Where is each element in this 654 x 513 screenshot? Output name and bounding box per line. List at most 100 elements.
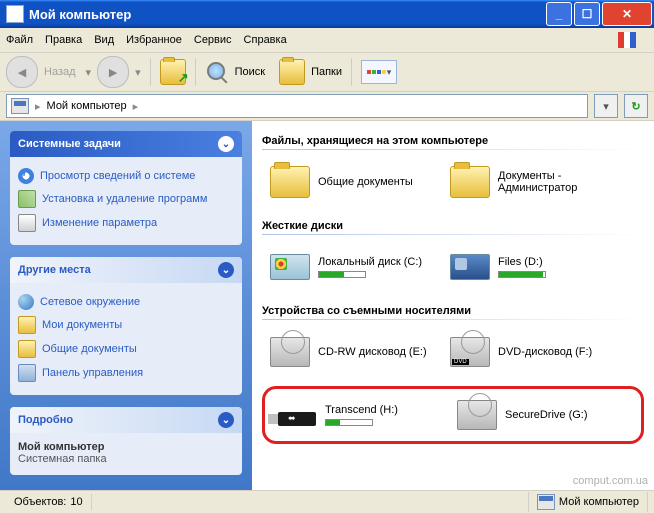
securedrive-g[interactable]: SecureDrive (G:) [457,395,629,435]
control-panel-icon [18,364,36,382]
search-label[interactable]: Поиск [235,66,265,78]
back-label: Назад [44,66,76,78]
hard-drive-icon [450,254,490,280]
menu-edit[interactable]: Правка [45,34,82,46]
item-label: CD-RW дисковод (E:) [318,346,442,358]
place-shared-documents[interactable]: Общие документы [18,337,238,361]
watermark: comput.com.ua [573,475,648,487]
info-icon [18,168,34,184]
item-label: SecureDrive (G:) [505,409,629,421]
place-network[interactable]: Сетевое окружение [18,291,238,313]
cd-drive-icon [270,337,310,367]
details-type: Системная папка [18,453,238,465]
details-title: Подробно [18,414,73,426]
objects-count: 10 [70,496,82,508]
menu-file[interactable]: Файл [6,34,33,46]
menu-view[interactable]: Вид [94,34,114,46]
other-places-panel: Другие места ⌄ Сетевое окружение Мои док… [10,257,242,395]
side-panel: Системные задачи ⌄ Просмотр сведений о с… [0,121,252,490]
objects-label: Объектов: [14,496,66,508]
cd-drive-icon [457,400,497,430]
status-objects: Объектов: 10 [6,494,92,510]
status-location-label: Мой компьютер [559,496,639,508]
content-pane[interactable]: Файлы, хранящиеся на этом компьютере Общ… [252,121,654,490]
folder-icon [450,166,490,198]
my-computer-icon [6,5,24,23]
window-title: Мой компьютер [29,7,544,22]
task-label: Установка и удаление программ [42,193,207,205]
details-name: Мой компьютер [18,441,238,453]
add-remove-icon [18,190,36,208]
usb-drive-icon: ⬌ [278,412,316,426]
highlighted-drives: ⬌ Transcend (H:) SecureDrive (G:) [262,386,644,444]
address-dropdown-button[interactable]: ▾ [594,94,618,118]
files-disk-d[interactable]: Files (D:) [450,247,622,287]
capacity-bar [498,271,546,278]
folder-icon [270,166,310,198]
place-label: Общие документы [42,343,137,355]
up-button[interactable]: ↗ [160,59,186,85]
collapse-icon[interactable]: ⌄ [218,262,234,278]
refresh-button[interactable]: ↻ [624,94,648,118]
system-tasks-panel: Системные задачи ⌄ Просмотр сведений о с… [10,131,242,245]
task-label: Просмотр сведений о системе [40,170,195,182]
task-add-remove-programs[interactable]: Установка и удаление программ [18,187,238,211]
back-button[interactable]: ◀ [6,56,38,88]
menu-bar: Файл Правка Вид Избранное Сервис Справка [0,28,654,53]
task-system-info[interactable]: Просмотр сведений о системе [18,165,238,187]
item-label: Files (D:) [498,256,543,268]
address-input[interactable]: ▸ Мой компьютер ▸ [6,94,588,118]
admin-documents-folder[interactable]: Документы - Администратор [450,162,622,202]
menu-favorites[interactable]: Избранное [126,34,182,46]
shared-documents-icon [18,340,36,358]
other-places-header[interactable]: Другие места ⌄ [10,257,242,283]
place-control-panel[interactable]: Панель управления [18,361,238,385]
hard-drive-icon [270,254,310,280]
item-label: DVD-дисковод (F:) [498,346,622,358]
collapse-icon[interactable]: ⌄ [218,136,234,152]
close-button[interactable]: ✕ [602,2,652,26]
forward-button[interactable]: ▶ [97,56,129,88]
minimize-button[interactable]: _ [546,2,572,26]
system-tasks-header[interactable]: Системные задачи ⌄ [10,131,242,157]
local-disk-c[interactable]: Локальный диск (C:) [270,247,442,287]
dvd-drive-f[interactable]: DVD-дисковод (F:) [450,332,622,372]
section-drives-header: Жесткие диски [262,220,644,232]
collapse-icon[interactable]: ⌄ [218,412,234,428]
task-label: Изменение параметра [42,217,157,229]
section-files-header: Файлы, хранящиеся на этом компьютере [262,135,644,147]
settings-icon [18,214,36,232]
item-label: Локальный диск (C:) [318,256,422,268]
details-panel: Подробно ⌄ Мой компьютер Системная папка [10,407,242,475]
place-label: Панель управления [42,367,143,379]
forward-dropdown-icon[interactable]: ▾ [135,66,141,79]
capacity-bar [325,419,373,426]
body: Системные задачи ⌄ Просмотр сведений о с… [0,121,654,490]
task-change-setting[interactable]: Изменение параметра [18,211,238,235]
folders-label[interactable]: Папки [311,66,342,78]
transcend-drive-h[interactable]: ⬌ Transcend (H:) [277,395,449,435]
cdrw-drive-e[interactable]: CD-RW дисковод (E:) [270,332,442,372]
section-removable-header: Устройства со съемными носителями [262,305,644,317]
folders-icon[interactable] [279,59,305,85]
menu-tools[interactable]: Сервис [194,34,232,46]
my-computer-icon [11,98,29,114]
explorer-window: Мой компьютер _ ☐ ✕ Файл Правка Вид Избр… [0,0,654,513]
maximize-button[interactable]: ☐ [574,2,600,26]
breadcrumb-chevron-icon[interactable]: ▸ [133,100,139,113]
views-button[interactable]: ▾ [361,60,397,84]
dvd-drive-icon [450,337,490,367]
back-dropdown-icon[interactable]: ▾ [86,66,92,79]
place-label: Сетевое окружение [40,296,140,308]
title-bar[interactable]: Мой компьютер _ ☐ ✕ [0,0,654,28]
breadcrumb-root[interactable]: Мой компьютер [47,100,127,112]
windows-flag-icon[interactable] [618,32,636,48]
details-header[interactable]: Подробно ⌄ [10,407,242,433]
item-label: Общие документы [318,176,442,188]
place-my-documents[interactable]: Мои документы [18,313,238,337]
my-documents-icon [18,316,36,334]
menu-help[interactable]: Справка [244,34,287,46]
shared-documents-folder[interactable]: Общие документы [270,162,442,202]
search-icon[interactable] [205,60,229,84]
status-location: Мой компьютер [528,492,648,512]
